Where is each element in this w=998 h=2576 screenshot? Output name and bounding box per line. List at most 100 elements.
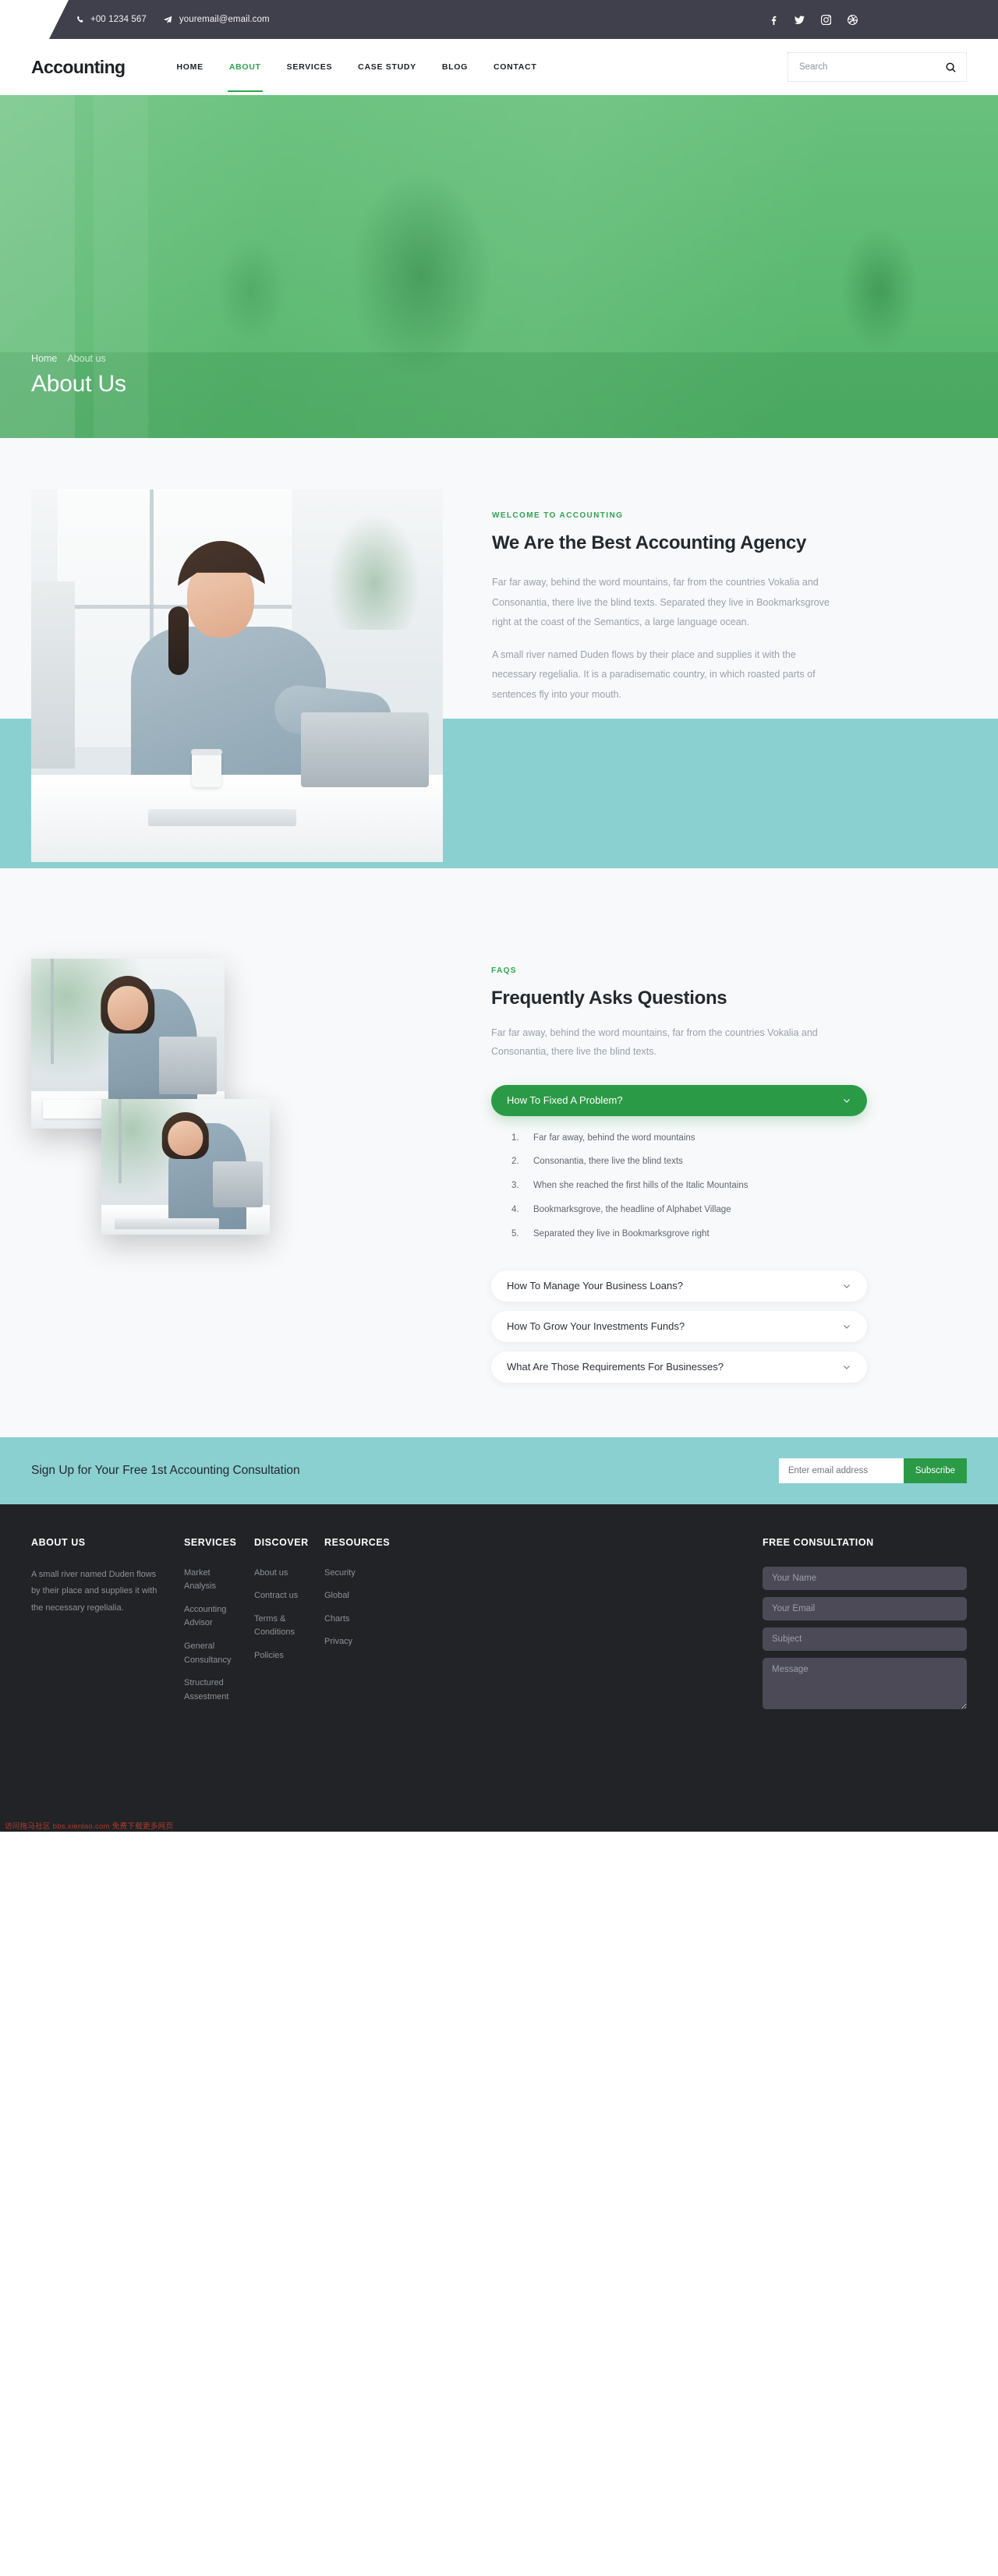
newsletter-email-input[interactable] (778, 1458, 904, 1483)
about-eyebrow: WELCOME TO ACCOUNTING (492, 511, 624, 520)
footer-resources-column: RESOURCES Security Global Charts Privacy (324, 1537, 426, 1832)
faq-accordion-header-4[interactable]: What Are Those Requirements For Business… (491, 1351, 867, 1383)
faq-answer-number: 5. (511, 1228, 519, 1239)
about-image-left-monitor (31, 581, 75, 769)
footer-consultation-heading: FREE CONSULTATION (763, 1536, 874, 1548)
faq-accordion-item-3: How To Grow Your Investments Funds? (491, 1310, 867, 1342)
faq-accordion-header-3[interactable]: How To Grow Your Investments Funds? (491, 1310, 867, 1342)
about-image (31, 489, 443, 862)
chevron-down-icon (842, 1322, 851, 1331)
hero-green-overlay (0, 95, 998, 438)
faq-question-2: How To Manage Your Business Loans? (507, 1280, 683, 1292)
faq-answer-text: Consonantia, there live the blind texts (533, 1157, 683, 1167)
faq-accordion-body-1: 1. Far far away, behind the word mountai… (491, 1116, 867, 1261)
about-image-laptop (301, 712, 429, 787)
faq-photo-secondary (101, 1099, 270, 1235)
instagram-icon[interactable] (820, 14, 831, 25)
facebook-icon[interactable] (767, 14, 778, 25)
chevron-down-icon (842, 1362, 851, 1372)
footer-link-security[interactable]: Security (324, 1567, 407, 1581)
spacer-band (0, 868, 998, 959)
search-box (787, 52, 967, 82)
faq-answer-item: 4. Bookmarksgrove, the headline of Alpha… (511, 1205, 862, 1216)
footer-link-privacy[interactable]: Privacy (324, 1635, 407, 1649)
nav-item-contact[interactable]: CONTACT (494, 42, 536, 92)
about-section: WELCOME TO ACCOUNTING We Are the Best Ac… (0, 438, 998, 862)
footer-link-global[interactable]: Global (324, 1589, 407, 1603)
faq-answer-number: 3. (511, 1181, 519, 1191)
breadcrumb-current: About us (67, 353, 106, 364)
consultation-name-input[interactable] (763, 1566, 967, 1590)
top-bar-contact-group: +00 1234 567 youremail@email.com (75, 15, 270, 24)
nav-item-services[interactable]: SERVICES (287, 42, 333, 92)
faq-eyebrow: FAQS (491, 966, 517, 975)
faq-question-1: How To Fixed A Problem? (507, 1094, 623, 1107)
breadcrumb-home[interactable]: Home (31, 353, 57, 364)
footer-about-heading: ABOUT US (31, 1536, 86, 1548)
about-text-block: WELCOME TO ACCOUNTING We Are the Best Ac… (492, 489, 840, 719)
footer-services-heading: SERVICES (184, 1536, 237, 1548)
faq-accordion-header-2[interactable]: How To Manage Your Business Loans? (491, 1270, 867, 1302)
faq-answer-text: When she reached the first hills of the … (533, 1181, 748, 1191)
faq-answer-number: 4. (511, 1205, 519, 1215)
watermark-text: 访问拖马社区 bbs.xienlao.com 免费下载更多网页 (5, 1822, 174, 1831)
newsletter-title: Sign Up for Your Free 1st Accounting Con… (31, 1463, 300, 1477)
hero-content: Home About us About Us (31, 353, 126, 398)
about-image-person-ponytail (168, 606, 189, 675)
footer-services-column: SERVICES Market Analysis Accounting Advi… (184, 1537, 254, 1832)
faq-accordion-item-2: How To Manage Your Business Loans? (491, 1270, 867, 1302)
consultation-subject-input[interactable] (763, 1627, 967, 1651)
dribbble-icon[interactable] (847, 14, 858, 25)
subscribe-button[interactable]: Subscribe (903, 1458, 967, 1483)
footer-link-structured-assestment[interactable]: Structured Assestment (184, 1677, 235, 1704)
phone-contact[interactable]: +00 1234 567 (75, 15, 147, 24)
page-title: About Us (31, 371, 126, 397)
nav-item-home[interactable]: HOME (177, 42, 203, 92)
email-contact[interactable]: youremail@email.com (164, 15, 270, 24)
footer-link-contract-us[interactable]: Contract us (254, 1589, 306, 1603)
footer-about-column: ABOUT US A small river named Duden flows… (31, 1537, 184, 1832)
faq-photo-primary-head (107, 985, 149, 1030)
footer-consultation-column: FREE CONSULTATION (763, 1537, 967, 1832)
nav-item-blog[interactable]: BLOG (442, 42, 468, 92)
footer-link-market-analysis[interactable]: Market Analysis (184, 1567, 235, 1594)
faq-accordion-header-1[interactable]: How To Fixed A Problem? (491, 1084, 867, 1116)
faq-answer-number: 2. (511, 1157, 519, 1167)
footer-link-general-consultancy[interactable]: General Consultancy (184, 1640, 235, 1667)
site-logo[interactable]: Accounting (31, 57, 126, 78)
phone-icon (75, 15, 84, 24)
newsletter-cta: Sign Up for Your Free 1st Accounting Con… (0, 1436, 998, 1504)
faq-photo-secondary-head (168, 1120, 203, 1157)
top-bar-inner: +00 1234 567 youremail@email.com (49, 0, 998, 39)
footer-link-accounting-advisor[interactable]: Accounting Advisor (184, 1603, 235, 1631)
footer-link-terms-conditions[interactable]: Terms & Conditions (254, 1613, 306, 1640)
footer-discover-column: DISCOVER About us Contract us Terms & Co… (254, 1537, 324, 1832)
consultation-email-input[interactable] (763, 1596, 967, 1620)
faq-question-4: What Are Those Requirements For Business… (507, 1361, 724, 1373)
about-image-coffee-cup (191, 749, 222, 787)
faq-answer-item: 1. Far far away, behind the word mountai… (511, 1133, 862, 1144)
footer-link-charts[interactable]: Charts (324, 1613, 407, 1627)
nav-item-case-study[interactable]: CASE STUDY (358, 42, 416, 92)
faq-answer-text: Bookmarksgrove, the headline of Alphabet… (533, 1205, 731, 1215)
faq-content: FAQS Frequently Asks Questions Far far a… (491, 959, 867, 1392)
twitter-icon[interactable] (794, 14, 805, 25)
footer-link-policies[interactable]: Policies (254, 1649, 306, 1663)
top-bar: +00 1234 567 youremail@email.com (0, 0, 998, 39)
faq-answer-number: 1. (511, 1133, 519, 1143)
nav-links: HOME ABOUT SERVICES CASE STUDY BLOG CONT… (177, 42, 537, 92)
about-paragraph-2: A small river named Duden flows by their… (492, 648, 816, 701)
search-button[interactable] (945, 62, 957, 73)
faq-question-3: How To Grow Your Investments Funds? (507, 1320, 685, 1333)
hero-banner: Home About us About Us (0, 95, 998, 438)
main-navigation: Accounting HOME ABOUT SERVICES CASE STUD… (0, 39, 998, 95)
footer-link-about-us[interactable]: About us (254, 1567, 306, 1581)
faq-answer-text: Far far away, behind the word mountains (533, 1133, 695, 1143)
footer-resources-heading: RESOURCES (324, 1536, 391, 1548)
consultation-message-textarea[interactable] (763, 1657, 967, 1709)
faq-photo-primary-monitor (158, 1037, 218, 1095)
search-input[interactable] (799, 62, 945, 72)
paper-plane-icon (164, 15, 173, 24)
chevron-down-icon (842, 1281, 851, 1291)
nav-item-about[interactable]: ABOUT (227, 42, 263, 92)
